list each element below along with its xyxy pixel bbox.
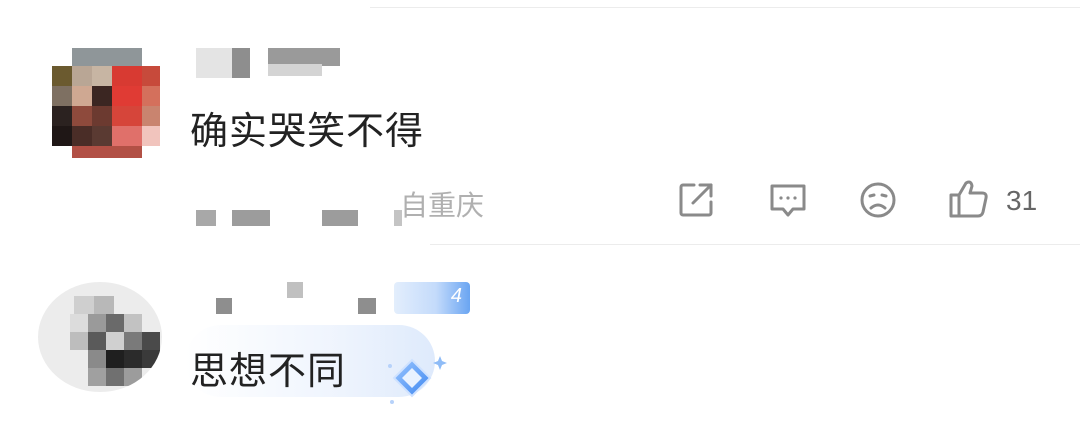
avatar[interactable] [38, 282, 162, 392]
comment-divider [430, 244, 1080, 245]
comment-text: 思想不同 [190, 349, 347, 393]
diamond-sparkle-icon [380, 350, 450, 410]
share-icon[interactable] [674, 178, 718, 222]
avatar[interactable] [52, 48, 162, 158]
sad-face-icon[interactable] [856, 178, 900, 222]
comment-text: 确实哭笑不得 [190, 109, 425, 153]
like-count: 31 [1006, 185, 1038, 216]
comment-icon[interactable] [766, 178, 810, 222]
level-badge-text: 4 [450, 285, 462, 307]
level-badge: 4 [394, 282, 470, 314]
location-label: 自重庆 [400, 189, 485, 222]
top-divider [370, 7, 1080, 8]
thumbs-up-icon[interactable] [946, 176, 990, 220]
